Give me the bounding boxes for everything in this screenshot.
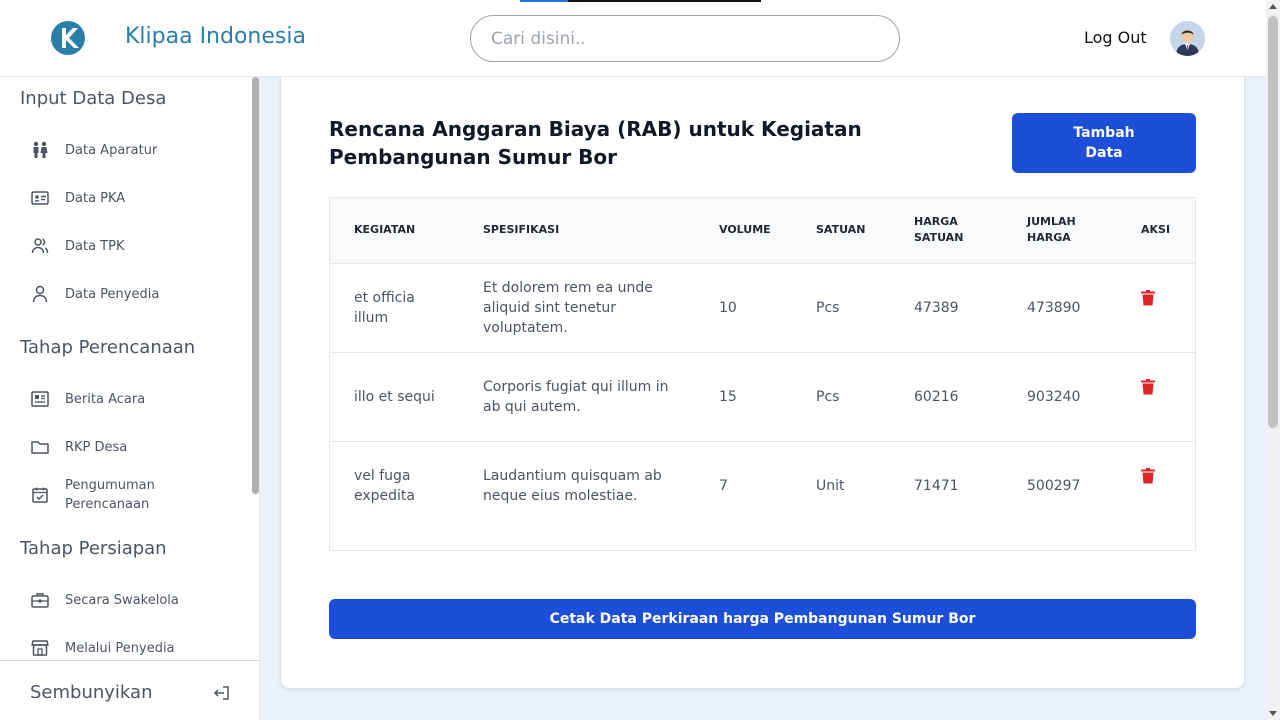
cell-aksi [1117,440,1195,530]
cell-volume: 7 [695,440,792,530]
table-row: vel fuga expedita Laudantium quisquam ab… [330,440,1195,530]
cell-jumlah-harga: 500297 [1003,440,1117,530]
search-input[interactable] [470,15,900,62]
header-satuan: SATUAN [816,223,866,237]
sidebar-item-data-penyedia[interactable]: Data Penyedia [30,284,159,304]
scroll-up-arrow-icon[interactable] [1269,4,1277,9]
loading-bar [520,0,761,2]
sidebar-item-label: RKP Desa [65,439,128,455]
cell-jumlah-harga: 903240 [1003,351,1117,441]
trash-icon[interactable] [1141,289,1155,306]
cell-harga-satuan: 71471 [890,440,1003,530]
cell-spesifikasi: Corporis fugiat qui illum in ab qui aute… [459,351,695,441]
cell-satuan: Pcs [792,262,890,352]
sidebar-item-data-tpk[interactable]: Data TPK [30,236,124,256]
sidebar-item-melalui-penyedia[interactable]: Melalui Penyedia [30,638,175,658]
sidebar-item-label: Data PKA [65,190,126,206]
table-row: illo et sequi Corporis fugiat qui illum … [330,351,1195,441]
header-kegiatan: KEGIATAN [354,223,416,237]
sidebar-item-pengumuman-perencanaan[interactable]: Pengumuman Perencanaan [30,476,200,514]
sidebar-item-berita-acara[interactable]: Berita Acara [30,389,145,409]
sidebar-item-label: Data Aparatur [65,142,158,158]
section-title-tahap-persiapan: Tahap Persiapan [20,538,167,559]
sidebar-item-data-aparatur[interactable]: Data Aparatur [30,140,157,160]
sidebar-collapse-button[interactable]: Sembunyikan [0,660,259,720]
cell-jumlah-harga: 473890 [1003,262,1117,352]
briefcase-icon [30,590,50,610]
add-data-button[interactable]: Tambah Data [1012,113,1196,173]
header-volume: VOLUME [719,223,771,237]
cell-satuan: Unit [792,440,890,530]
people-icon [30,140,50,160]
sidebar-item-secara-swakelola[interactable]: Secara Swakelola [30,590,179,610]
table-header-row: KEGIATAN SPESIFIKASI VOLUME SATUAN HARGA… [330,198,1195,263]
logout-button[interactable]: Log Out [1084,28,1147,47]
sidebar-item-rkp-desa[interactable]: RKP Desa [30,437,127,457]
rab-table: KEGIATAN SPESIFIKASI VOLUME SATUAN HARGA… [329,197,1196,551]
sidebar: Input Data Desa Data Aparatur Data PKA D… [0,77,260,720]
cell-volume: 10 [695,262,792,352]
brand-name: Klipaa Indonesia [125,24,306,49]
trash-icon[interactable] [1141,467,1155,484]
store-icon [30,638,50,658]
header-harga-satuan: HARGA SATUAN [914,215,964,245]
sidebar-scrollbar[interactable] [252,77,259,494]
section-title-input-data-desa: Input Data Desa [20,88,167,109]
sidebar-item-label: Data TPK [65,238,125,254]
main-card: Rencana Anggaran Biaya (RAB) untuk Kegia… [281,60,1244,688]
top-header: Klipaa Indonesia Log Out [0,0,1266,77]
sidebar-item-label: Melalui Penyedia [65,640,175,656]
trash-icon[interactable] [1141,378,1155,395]
avatar[interactable] [1170,21,1205,56]
header-jumlah-harga: JUMLAH HARGA [1027,215,1076,245]
cell-aksi [1117,351,1195,441]
cell-harga-satuan: 47389 [890,262,1003,352]
window-scrollbar[interactable] [1266,0,1280,720]
klipaa-logo-icon[interactable] [50,20,86,56]
header-aksi: AKSI [1141,223,1171,237]
sidebar-collapse-label: Sembunyikan [30,682,153,703]
cell-kegiatan: vel fuga expedita [330,440,459,530]
scrollbar-thumb[interactable] [1268,16,1278,428]
cell-spesifikasi: Laudantium quisquam ab neque eius molest… [459,440,695,530]
sidebar-item-data-pka[interactable]: Data PKA [30,188,125,208]
folder-icon [30,437,50,457]
cell-aksi [1117,262,1195,352]
calendar-check-icon [30,485,50,505]
page-title: Rencana Anggaran Biaya (RAB) untuk Kegia… [329,117,862,169]
id-card-icon [30,188,50,208]
table-row: et officia illum Et dolorem rem ea unde … [330,262,1195,352]
newspaper-icon [30,389,50,409]
sidebar-item-label: Pengumuman Perencanaan [65,478,155,512]
users-icon [30,236,50,256]
sidebar-item-label: Secara Swakelola [65,592,179,608]
cell-volume: 15 [695,351,792,441]
cell-kegiatan: et officia illum [330,262,459,352]
header-spesifikasi: SPESIFIKASI [483,223,560,237]
cell-kegiatan: illo et sequi [330,351,459,441]
cell-satuan: Pcs [792,351,890,441]
user-icon [30,284,50,304]
section-title-tahap-perencanaan: Tahap Perencanaan [20,337,196,358]
scroll-down-arrow-icon[interactable] [1269,711,1277,716]
logout-arrow-icon [212,683,232,703]
sidebar-item-label: Data Penyedia [65,286,160,302]
cell-spesifikasi: Et dolorem rem ea unde aliquid sint tene… [459,262,695,352]
sidebar-item-label: Berita Acara [65,391,146,407]
print-estimate-button[interactable]: Cetak Data Perkiraan harga Pembangunan S… [329,599,1196,639]
cell-harga-satuan: 60216 [890,351,1003,441]
